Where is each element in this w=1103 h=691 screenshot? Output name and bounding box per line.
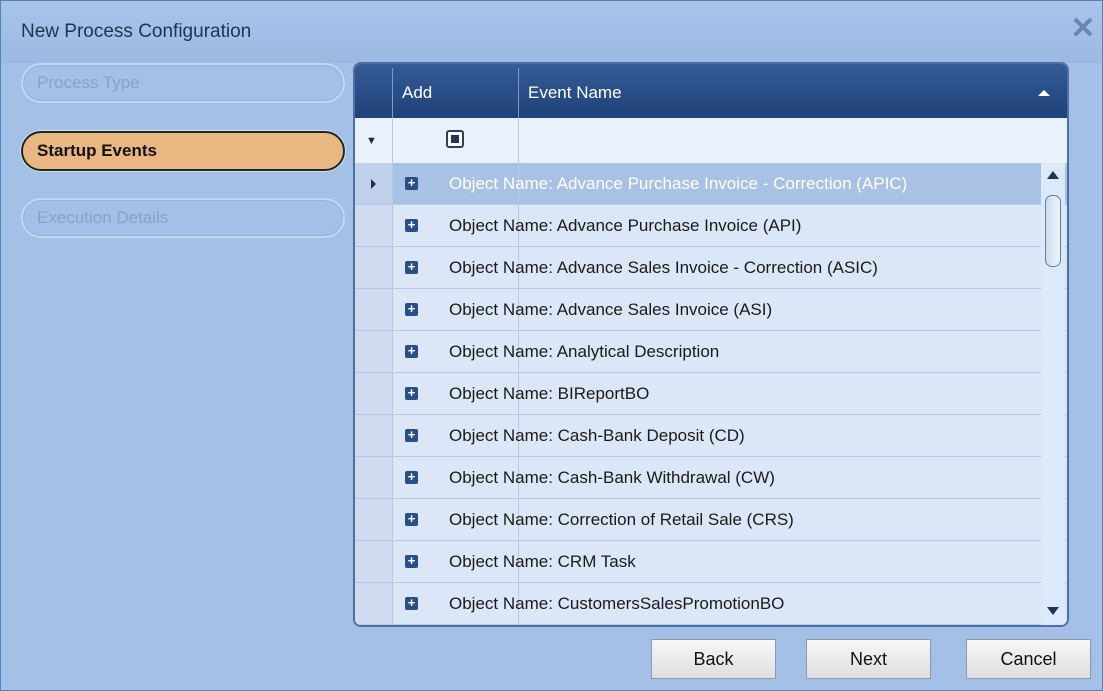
next-button[interactable]: Next — [806, 639, 931, 679]
filter-row: ▼ — [355, 118, 1067, 164]
header-divider — [518, 68, 519, 118]
expand-icon[interactable]: + — [405, 302, 418, 316]
event-name-cell: Object Name: Cash-Bank Deposit (CD) — [449, 426, 745, 445]
event-name-cell: Object Name: BIReportBO — [449, 384, 650, 403]
column-header-add[interactable]: Add — [402, 64, 432, 118]
table-row[interactable]: + Object Name: Advance Sales Invoice - Co… — [355, 247, 1067, 289]
filter-divider — [392, 118, 393, 163]
expand-icon[interactable]: + — [405, 428, 418, 442]
row-indicator[interactable] — [355, 457, 393, 498]
step-process-type[interactable]: Process Type — [21, 63, 345, 103]
table-row[interactable]: + Object Name: Advance Purchase Invoice -… — [355, 163, 1067, 205]
scroll-thumb[interactable] — [1045, 195, 1061, 267]
table-row[interactable]: + Object Name: Analytical Description — [355, 331, 1067, 373]
event-name-cell: Object Name: CRM Task — [449, 552, 636, 571]
filter-icon[interactable]: ▼ — [366, 135, 377, 147]
header-divider — [392, 68, 393, 118]
row-indicator[interactable] — [355, 541, 393, 582]
row-indicator[interactable] — [355, 583, 393, 624]
expand-icon[interactable]: + — [405, 218, 418, 232]
sort-ascending-icon[interactable] — [1038, 90, 1050, 96]
window-title: New Process Configuration — [21, 21, 252, 42]
events-grid: Add Event Name ▼ + Object Name: Advance P… — [353, 62, 1069, 627]
row-indicator[interactable] — [355, 289, 393, 330]
grid-header: Add Event Name — [355, 64, 1067, 118]
expand-icon[interactable]: + — [405, 344, 418, 358]
row-indicator[interactable] — [355, 163, 393, 204]
table-row[interactable]: + Object Name: Cash-Bank Withdrawal (CW) — [355, 457, 1067, 499]
expand-icon[interactable]: + — [405, 596, 418, 610]
vertical-scrollbar[interactable] — [1041, 163, 1065, 625]
row-indicator[interactable] — [355, 499, 393, 540]
row-indicator[interactable] — [355, 415, 393, 456]
row-indicator[interactable] — [355, 331, 393, 372]
process-config-dialog: New Process Configuration ✕ Process Type… — [0, 0, 1103, 691]
expand-icon[interactable]: + — [405, 512, 418, 526]
expand-icon[interactable]: + — [405, 176, 418, 190]
event-name-cell: Object Name: Advance Sales Invoice (ASI) — [449, 300, 773, 319]
event-name-cell: Object Name: Analytical Description — [449, 342, 720, 361]
cancel-button[interactable]: Cancel — [966, 639, 1091, 679]
event-name-cell: Object Name: Correction of Retail Sale (… — [449, 510, 794, 529]
table-row[interactable]: + Object Name: Advance Purchase Invoice (… — [355, 205, 1067, 247]
step-startup-events[interactable]: Startup Events — [21, 131, 345, 171]
select-all-checkbox[interactable] — [446, 130, 464, 148]
table-row[interactable]: + Object Name: BIReportBO — [355, 373, 1067, 415]
table-row[interactable]: + Object Name: Correction of Retail Sale … — [355, 499, 1067, 541]
expand-icon[interactable]: + — [405, 386, 418, 400]
table-row[interactable]: + Object Name: CRM Task — [355, 541, 1067, 583]
back-button[interactable]: Back — [651, 639, 776, 679]
row-indicator[interactable] — [355, 373, 393, 414]
column-header-event-name[interactable]: Event Name — [528, 64, 1048, 118]
event-name-cell: Object Name: CustomersSalesPromotionBO — [449, 594, 785, 613]
table-row[interactable]: + Object Name: Cash-Bank Deposit (CD) — [355, 415, 1067, 457]
event-name-cell: Object Name: Advance Sales Invoice - Cor… — [449, 258, 878, 277]
title-bar: New Process Configuration ✕ — [1, 1, 1102, 63]
row-indicator[interactable] — [355, 205, 393, 246]
filter-divider — [518, 118, 519, 163]
event-name-cell: Object Name: Cash-Bank Withdrawal (CW) — [449, 468, 775, 487]
scroll-down-icon[interactable] — [1047, 607, 1059, 615]
event-name-cell: Object Name: Advance Purchase Invoice (A… — [449, 216, 802, 235]
table-row[interactable]: + Object Name: Advance Sales Invoice (ASI… — [355, 289, 1067, 331]
scroll-up-icon[interactable] — [1047, 171, 1059, 179]
table-row[interactable]: + Object Name: CustomersSalesPromotionBO — [355, 583, 1067, 625]
expand-icon[interactable]: + — [405, 554, 418, 568]
event-name-cell: Object Name: Advance Purchase Invoice - … — [449, 174, 908, 193]
step-execution-details[interactable]: Execution Details — [21, 198, 345, 238]
close-icon[interactable]: ✕ — [1069, 14, 1097, 44]
current-row-arrow-icon — [371, 179, 376, 189]
row-indicator[interactable] — [355, 247, 393, 288]
expand-icon[interactable]: + — [405, 260, 418, 274]
expand-icon[interactable]: + — [405, 470, 418, 484]
